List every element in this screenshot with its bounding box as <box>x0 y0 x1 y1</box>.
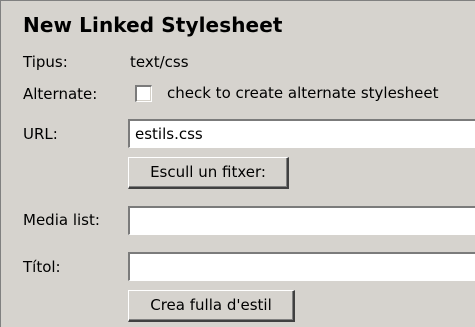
media-list-input[interactable] <box>128 206 475 235</box>
url-label: URL: <box>23 125 58 143</box>
title-label: Títol: <box>23 258 61 276</box>
create-stylesheet-button[interactable]: Crea fulla d'estil <box>128 290 295 322</box>
choose-file-button[interactable]: Escull un fitxer: <box>128 157 289 189</box>
alternate-checkbox[interactable] <box>135 85 152 102</box>
type-value: text/css <box>130 53 189 71</box>
url-input[interactable]: estils.css <box>128 119 475 148</box>
title-input[interactable] <box>128 252 475 281</box>
media-list-label: Media list: <box>23 211 100 229</box>
alternate-label: Alternate: <box>23 85 98 103</box>
alternate-checkbox-label[interactable]: check to create alternate stylesheet <box>167 84 472 102</box>
dialog-title: New Linked Stylesheet <box>23 13 283 37</box>
type-label: Tipus: <box>23 53 68 71</box>
stylesheet-dialog: New Linked Stylesheet Tipus: text/css Al… <box>0 0 475 327</box>
